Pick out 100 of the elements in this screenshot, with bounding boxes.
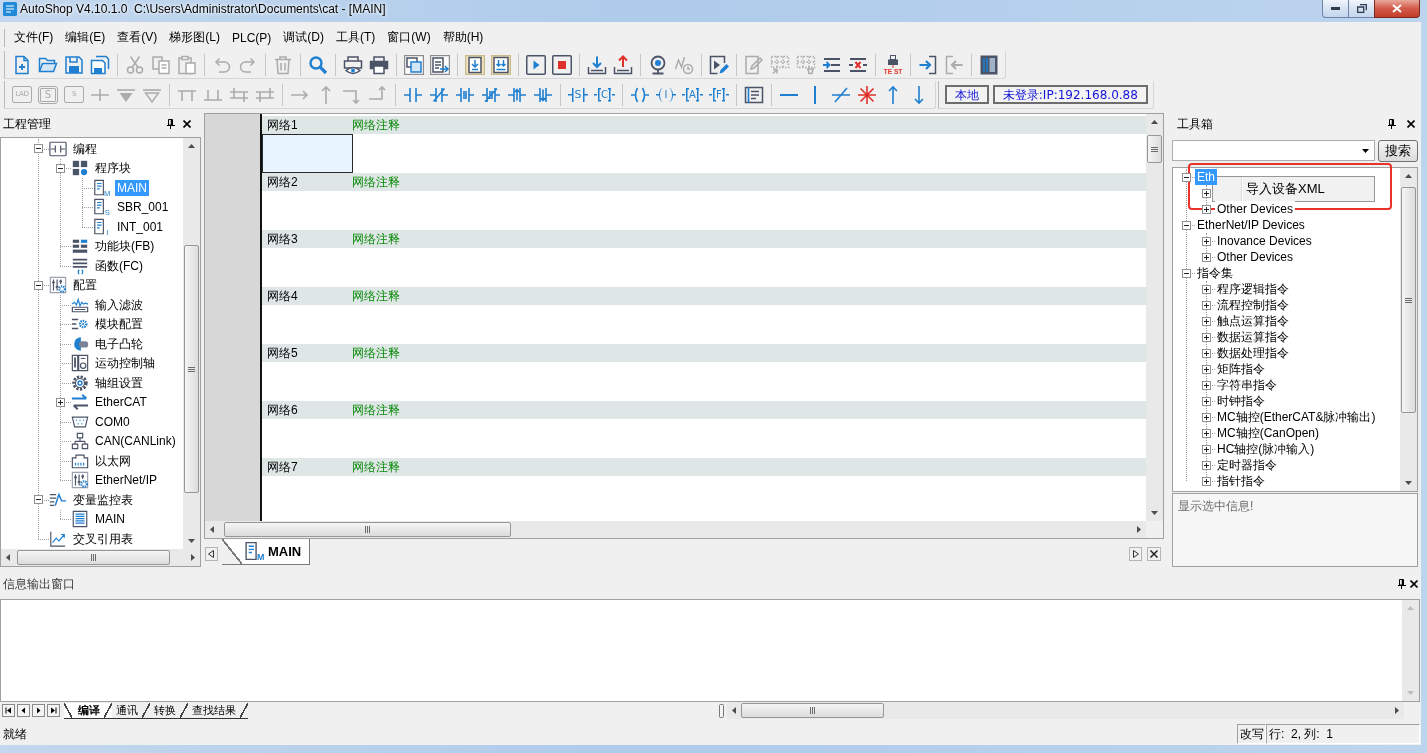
- tree-item[interactable]: 指针指令: [1215, 473, 1267, 489]
- document-double-arrow-icon[interactable]: [491, 54, 511, 75]
- cursor-cell[interactable]: [262, 134, 353, 173]
- status-button[interactable]: 本地: [944, 85, 989, 104]
- minimize-button[interactable]: [1322, 0, 1349, 18]
- horizontal-scrollbar[interactable]: [205, 521, 1146, 538]
- panel-icon[interactable]: [979, 54, 999, 75]
- scroll-left-icon[interactable]: [6, 554, 10, 561]
- tree-item[interactable]: 流程控制指令: [1215, 297, 1291, 313]
- collapse-icon[interactable]: [33, 495, 43, 505]
- menu-item[interactable]: 查看(V): [111, 27, 164, 48]
- webcam-icon[interactable]: [648, 54, 668, 75]
- document-down-arrow-icon[interactable]: [465, 54, 485, 75]
- scroll-thumb[interactable]: [1401, 187, 1416, 413]
- collapse-icon[interactable]: [33, 280, 43, 290]
- menu-item[interactable]: 文件(F): [8, 27, 60, 48]
- save-icon[interactable]: [64, 54, 84, 75]
- next-icon[interactable]: [32, 704, 45, 717]
- tree-item[interactable]: 运动控制轴: [93, 355, 157, 372]
- tree-item[interactable]: 数据处理指令: [1215, 345, 1291, 361]
- output-tab[interactable]: 通讯: [112, 702, 150, 719]
- play-pen-icon[interactable]: [709, 54, 729, 75]
- scroll-down-icon[interactable]: [1405, 481, 1412, 485]
- expand-icon[interactable]: [1201, 252, 1211, 262]
- network-comment[interactable]: 网络注释: [352, 173, 400, 191]
- editor-tab[interactable]: M MAIN: [222, 539, 311, 565]
- tree-item[interactable]: 字符串指令: [1215, 377, 1279, 393]
- scroll-right-icon[interactable]: [1395, 707, 1399, 714]
- scroll-up-icon[interactable]: [1151, 120, 1158, 124]
- close-icon[interactable]: [1407, 120, 1415, 128]
- tree-item[interactable]: 函数(FC): [93, 257, 145, 274]
- document-arrow-icon[interactable]: [430, 54, 450, 75]
- scroll-thumb[interactable]: [224, 522, 511, 537]
- scroll-left-icon[interactable]: [210, 526, 214, 533]
- pin-icon[interactable]: [167, 119, 175, 129]
- expand-icon[interactable]: [1201, 364, 1211, 374]
- scroll-up-icon[interactable]: [1405, 174, 1412, 178]
- tree-item[interactable]: MC轴控(CanOpen): [1215, 425, 1322, 441]
- last-icon[interactable]: [47, 704, 60, 717]
- menu-item[interactable]: 梯形图(L): [163, 27, 226, 48]
- tree-item[interactable]: 以太网: [93, 452, 133, 469]
- collapse-icon[interactable]: [1181, 268, 1191, 278]
- scroll-thumb[interactable]: [1147, 135, 1162, 163]
- cascade-windows-icon[interactable]: [404, 54, 424, 75]
- tree-item[interactable]: 程序块: [93, 160, 133, 177]
- vertical-scrollbar[interactable]: [1400, 168, 1417, 491]
- upload-icon[interactable]: [613, 54, 633, 75]
- tree-item[interactable]: 电子凸轮: [93, 335, 145, 352]
- scroll-right-icon[interactable]: [191, 554, 195, 561]
- vertical-scrollbar[interactable]: [183, 138, 200, 549]
- network-comment[interactable]: 网络注释: [352, 287, 400, 305]
- horizontal-scrollbar[interactable]: [727, 702, 1404, 719]
- tree-item[interactable]: 配置: [71, 277, 99, 294]
- tree-item[interactable]: 定时器指令: [1215, 457, 1279, 473]
- expand-icon[interactable]: [1201, 380, 1211, 390]
- output-tab[interactable]: 查找结果: [188, 702, 248, 719]
- save-all-icon[interactable]: [90, 54, 110, 75]
- close-icon[interactable]: [1410, 580, 1418, 588]
- output-tab[interactable]: 转换: [150, 702, 188, 719]
- new-file-icon[interactable]: [12, 54, 32, 75]
- tree-item[interactable]: HC轴控(脉冲输入): [1215, 441, 1317, 457]
- tree-item[interactable]: 程序逻辑指令: [1215, 281, 1291, 297]
- expand-icon[interactable]: [1201, 460, 1211, 470]
- collapse-icon[interactable]: [55, 163, 65, 173]
- collapse-icon[interactable]: [1181, 172, 1191, 182]
- search-button[interactable]: 搜索: [1378, 140, 1418, 162]
- usb-plug-icon[interactable]: [887, 54, 899, 68]
- status-button[interactable]: 未登录:IP:192.168.0.88: [992, 85, 1148, 104]
- menu-item[interactable]: 编辑(E): [59, 27, 112, 48]
- expand-icon[interactable]: [1201, 236, 1211, 246]
- menu-item[interactable]: 工具(T): [330, 27, 382, 48]
- close-button[interactable]: [1374, 0, 1420, 18]
- expand-icon[interactable]: [1201, 284, 1211, 294]
- asterisk-icon[interactable]: [856, 84, 877, 105]
- tree-item[interactable]: 交叉引用表: [71, 530, 135, 547]
- scroll-thumb[interactable]: [184, 245, 199, 493]
- splitter-handle[interactable]: [719, 703, 724, 718]
- expand-icon[interactable]: [1201, 316, 1211, 326]
- expand-icon[interactable]: [1201, 396, 1211, 406]
- scroll-thumb[interactable]: [741, 703, 884, 718]
- tree-item[interactable]: CAN(CANLink): [93, 433, 178, 450]
- network-comment[interactable]: 网络注释: [352, 401, 400, 419]
- tree-item[interactable]: 模块配置: [93, 316, 145, 333]
- menu-item[interactable]: 帮助(H): [436, 27, 490, 48]
- network-comment[interactable]: 网络注释: [352, 116, 400, 134]
- network-comment[interactable]: 网络注释: [352, 458, 400, 476]
- search-icon[interactable]: [308, 54, 328, 75]
- close-icon[interactable]: [183, 120, 191, 128]
- dropdown-arrow-icon[interactable]: [1362, 148, 1369, 153]
- expand-icon[interactable]: [1201, 300, 1211, 310]
- menu-item[interactable]: 窗口(W): [381, 27, 437, 48]
- play-icon[interactable]: [526, 54, 546, 75]
- menu-item[interactable]: 调试(D): [277, 27, 330, 48]
- scroll-down-icon[interactable]: [188, 539, 195, 543]
- menu-item[interactable]: PLC(P): [226, 27, 278, 48]
- tree-item[interactable]: 变量监控表: [71, 491, 135, 508]
- download-icon[interactable]: [587, 54, 607, 75]
- scroll-up-icon[interactable]: [188, 144, 195, 148]
- collapse-icon[interactable]: [1181, 220, 1191, 230]
- tree-item[interactable]: 触点运算指令: [1215, 313, 1291, 329]
